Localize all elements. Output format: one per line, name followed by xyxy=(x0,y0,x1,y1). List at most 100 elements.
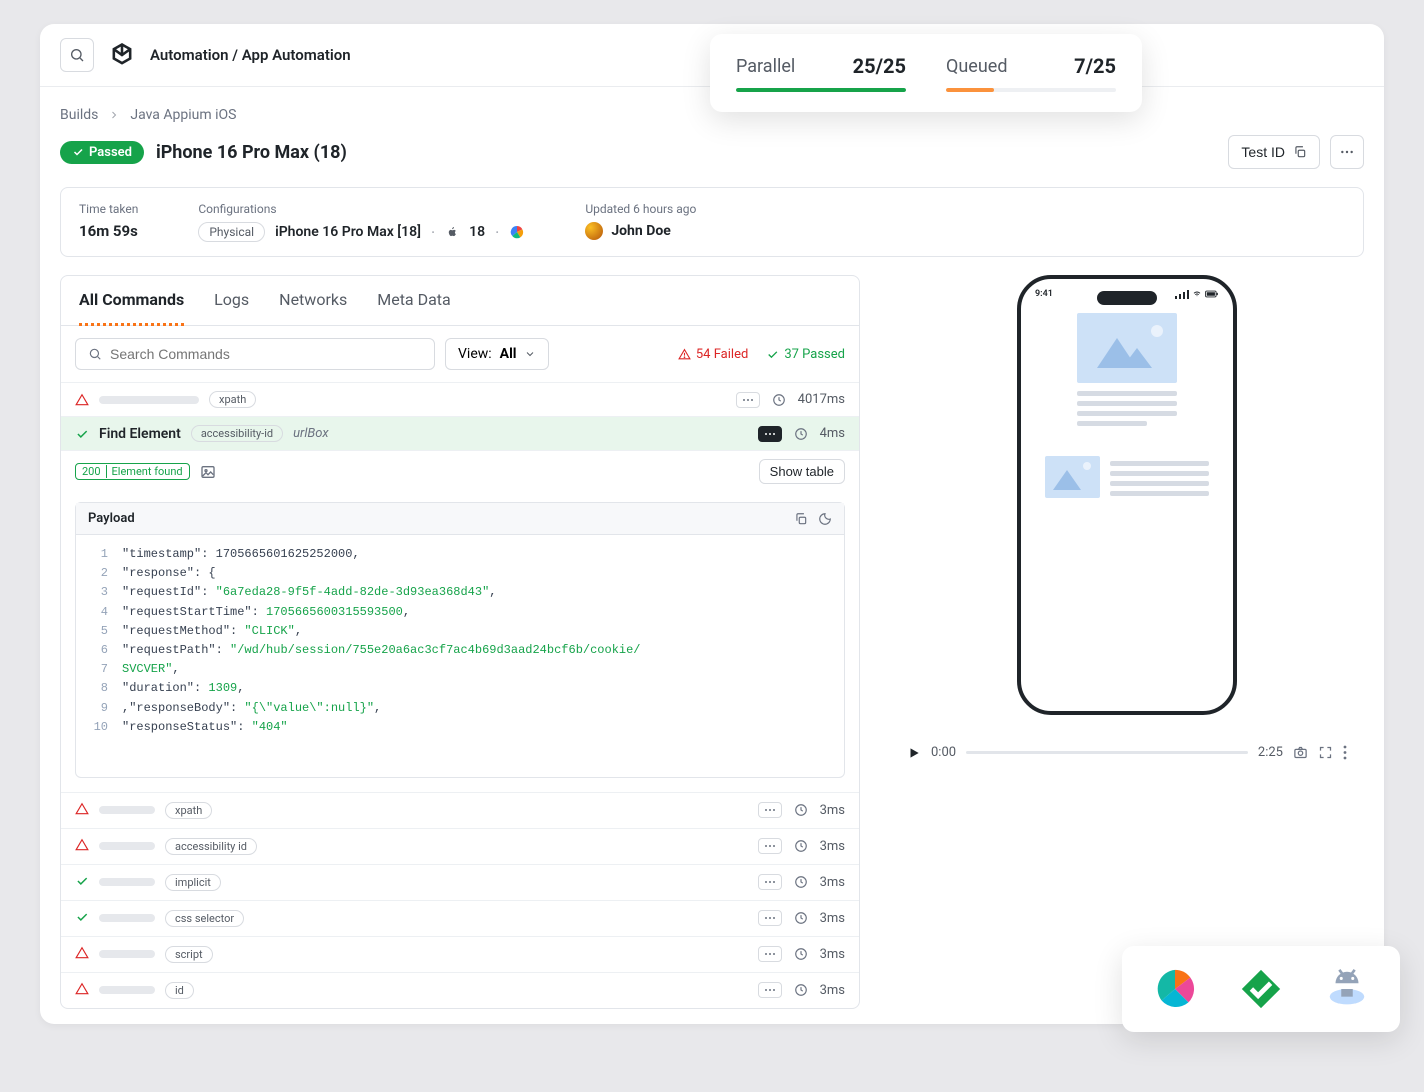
payload-label: Payload xyxy=(88,511,135,526)
check-diamond-icon xyxy=(1238,966,1284,1012)
android-icon xyxy=(1324,966,1370,1012)
video-current: 0:00 xyxy=(931,745,956,760)
video-controls: 0:00 2:25 xyxy=(907,745,1347,760)
row-menu-button[interactable] xyxy=(758,426,782,442)
tabs: All Commands Logs Networks Meta Data xyxy=(61,276,859,326)
config-chip: Physical xyxy=(198,222,265,242)
tab-metadata[interactable]: Meta Data xyxy=(377,276,451,325)
info-strip: Time taken 16m 59s Configurations Physic… xyxy=(60,187,1364,257)
locator-chip: implicit xyxy=(165,874,221,891)
video-track[interactable] xyxy=(966,751,1248,754)
chevron-right-icon xyxy=(108,109,120,121)
command-row[interactable]: xpath 4017ms xyxy=(61,382,859,416)
status-badge: Passed xyxy=(60,141,144,164)
command-name: Find Element xyxy=(99,426,181,442)
command-result-row: 200Element found Show table xyxy=(61,450,859,492)
more-button[interactable] xyxy=(1330,135,1364,169)
status-code-badge: 200Element found xyxy=(75,463,190,480)
search-icon xyxy=(88,347,102,361)
header-breadcrumb: Automation / App Automation xyxy=(150,46,351,64)
search-commands-input[interactable] xyxy=(75,338,435,370)
camera-icon[interactable] xyxy=(1293,745,1308,760)
command-row[interactable]: accessibility id 3ms xyxy=(61,828,859,864)
payload-box: Payload 1"timestamp": 170566560162525200… xyxy=(75,502,845,778)
updated-label: Updated 6 hours ago xyxy=(585,202,696,216)
queued-label: Queued xyxy=(946,56,1007,77)
locator-arg: urlBox xyxy=(293,426,328,441)
command-row[interactable]: id 3ms xyxy=(61,972,859,1008)
more-icon[interactable] xyxy=(1343,745,1347,760)
payload-code: 1"timestamp": 1705665601625252000,2 "res… xyxy=(76,535,844,777)
time-label: Time taken xyxy=(79,202,138,216)
row-menu-button[interactable] xyxy=(758,910,782,926)
breadcrumb: Builds Java Appium iOS xyxy=(60,107,1364,123)
play-icon[interactable] xyxy=(907,746,921,760)
command-row[interactable]: implicit 3ms xyxy=(61,864,859,900)
crumb-leaf[interactable]: Java Appium iOS xyxy=(130,107,236,123)
pinwheel-icon xyxy=(1152,966,1198,1012)
tab-logs[interactable]: Logs xyxy=(214,276,249,325)
locator-chip: script xyxy=(165,946,213,963)
test-id-button[interactable]: Test ID xyxy=(1228,135,1320,169)
failed-count: 54 Failed xyxy=(678,347,748,362)
clock-icon xyxy=(794,983,808,997)
locator-chip: id xyxy=(165,982,194,999)
locator-chip: css selector xyxy=(165,910,244,927)
command-row[interactable]: css selector 3ms xyxy=(61,900,859,936)
clock-icon xyxy=(794,803,808,817)
locator-chip: accessibility id xyxy=(165,838,257,855)
command-row[interactable]: script 3ms xyxy=(61,936,859,972)
passed-count: 37 Passed xyxy=(766,347,845,362)
search-icon xyxy=(69,47,85,63)
check-icon xyxy=(766,348,779,361)
row-menu-button[interactable] xyxy=(758,946,782,962)
config-label: Configurations xyxy=(198,202,525,216)
check-icon xyxy=(72,146,84,158)
locator-chip: xpath xyxy=(209,391,256,408)
row-menu-button[interactable] xyxy=(758,982,782,998)
copy-icon[interactable] xyxy=(794,512,808,526)
apple-icon xyxy=(445,225,459,239)
parallel-value: 25/25 xyxy=(853,54,906,78)
logo xyxy=(108,41,136,69)
tab-networks[interactable]: Networks xyxy=(279,276,347,325)
os-card xyxy=(1122,946,1400,1032)
image-icon[interactable] xyxy=(200,464,216,480)
locator-chip: accessibility-id xyxy=(191,425,283,442)
time-value: 16m 59s xyxy=(79,222,138,240)
crumb-root[interactable]: Builds xyxy=(60,107,98,123)
parallel-label: Parallel xyxy=(736,56,795,77)
show-table-button[interactable]: Show table xyxy=(759,459,845,484)
row-menu-button[interactable] xyxy=(758,802,782,818)
clock-icon xyxy=(794,947,808,961)
row-menu-button[interactable] xyxy=(758,838,782,854)
row-menu-button[interactable] xyxy=(758,874,782,890)
clock-icon xyxy=(794,427,808,441)
locator-chip: xpath xyxy=(165,802,212,819)
pinwheel-icon xyxy=(509,224,525,240)
clock-icon xyxy=(794,911,808,925)
view-filter-button[interactable]: View: All xyxy=(445,338,549,370)
global-search-button[interactable] xyxy=(60,38,94,72)
command-row-expanded[interactable]: Find Element accessibility-id urlBox 4ms xyxy=(61,416,859,450)
warning-icon xyxy=(75,801,89,820)
phone-time: 9:41 xyxy=(1035,289,1053,299)
warning-icon xyxy=(75,981,89,1000)
dots-icon xyxy=(1339,144,1355,160)
clock-icon xyxy=(772,393,786,407)
check-icon xyxy=(75,909,89,928)
clock-icon xyxy=(794,875,808,889)
theme-icon[interactable] xyxy=(818,512,832,526)
tab-all-commands[interactable]: All Commands xyxy=(79,276,184,326)
queued-bar xyxy=(946,88,1116,92)
chevron-down-icon xyxy=(524,348,536,360)
queued-value: 7/25 xyxy=(1074,54,1116,78)
warning-icon xyxy=(75,393,89,407)
stats-card: Parallel 25/25 Queued 7/25 xyxy=(710,34,1142,112)
row-menu-button[interactable] xyxy=(736,392,760,408)
command-row[interactable]: xpath 3ms xyxy=(61,792,859,828)
warning-icon xyxy=(75,837,89,856)
config-os: 18 xyxy=(469,224,485,240)
copy-icon xyxy=(1293,145,1307,159)
fullscreen-icon[interactable] xyxy=(1318,745,1333,760)
